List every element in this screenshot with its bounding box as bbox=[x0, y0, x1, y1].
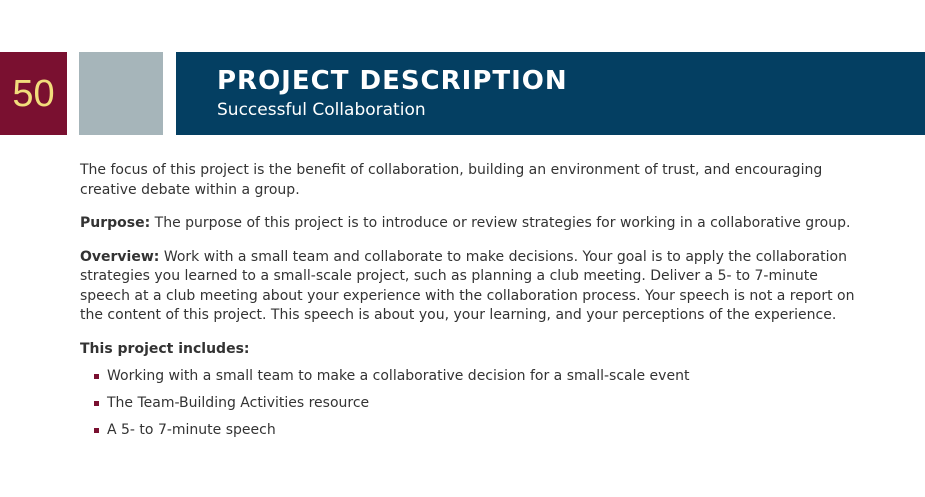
page-number-box: 50 bbox=[0, 52, 67, 135]
page-title: PROJECT DESCRIPTION bbox=[217, 66, 568, 96]
overview-label: Overview: bbox=[80, 248, 160, 265]
page-number: 50 bbox=[12, 72, 55, 115]
overview-paragraph: Overview: Work with a small team and col… bbox=[80, 248, 860, 326]
purpose-text: The purpose of this project is to introd… bbox=[150, 215, 851, 231]
square-bullet-icon bbox=[94, 401, 99, 406]
square-bullet-icon bbox=[94, 428, 99, 433]
header-band: PROJECT DESCRIPTION Successful Collabora… bbox=[176, 52, 925, 135]
includes-heading: This project includes: bbox=[80, 340, 250, 357]
list-item-text: Working with a small team to make a coll… bbox=[107, 368, 690, 384]
overview-text: Work with a small team and collaborate t… bbox=[80, 248, 855, 324]
project-description-content: The focus of this project is the benefit… bbox=[80, 161, 860, 448]
includes-list: Working with a small team to make a coll… bbox=[80, 367, 860, 441]
list-item: A 5- to 7-minute speech bbox=[94, 421, 860, 441]
purpose-paragraph: Purpose: The purpose of this project is … bbox=[80, 214, 860, 234]
purpose-label: Purpose: bbox=[80, 215, 151, 231]
page-subtitle: Successful Collaboration bbox=[217, 100, 426, 120]
intro-paragraph: The focus of this project is the benefit… bbox=[80, 162, 823, 198]
square-bullet-icon bbox=[94, 374, 99, 379]
decorative-grey-block bbox=[79, 52, 163, 135]
list-item-text: A 5- to 7-minute speech bbox=[107, 422, 276, 438]
list-item: The Team-Building Activities resource bbox=[94, 394, 860, 414]
list-item-text: The Team-Building Activities resource bbox=[107, 395, 370, 411]
list-item: Working with a small team to make a coll… bbox=[94, 367, 860, 387]
